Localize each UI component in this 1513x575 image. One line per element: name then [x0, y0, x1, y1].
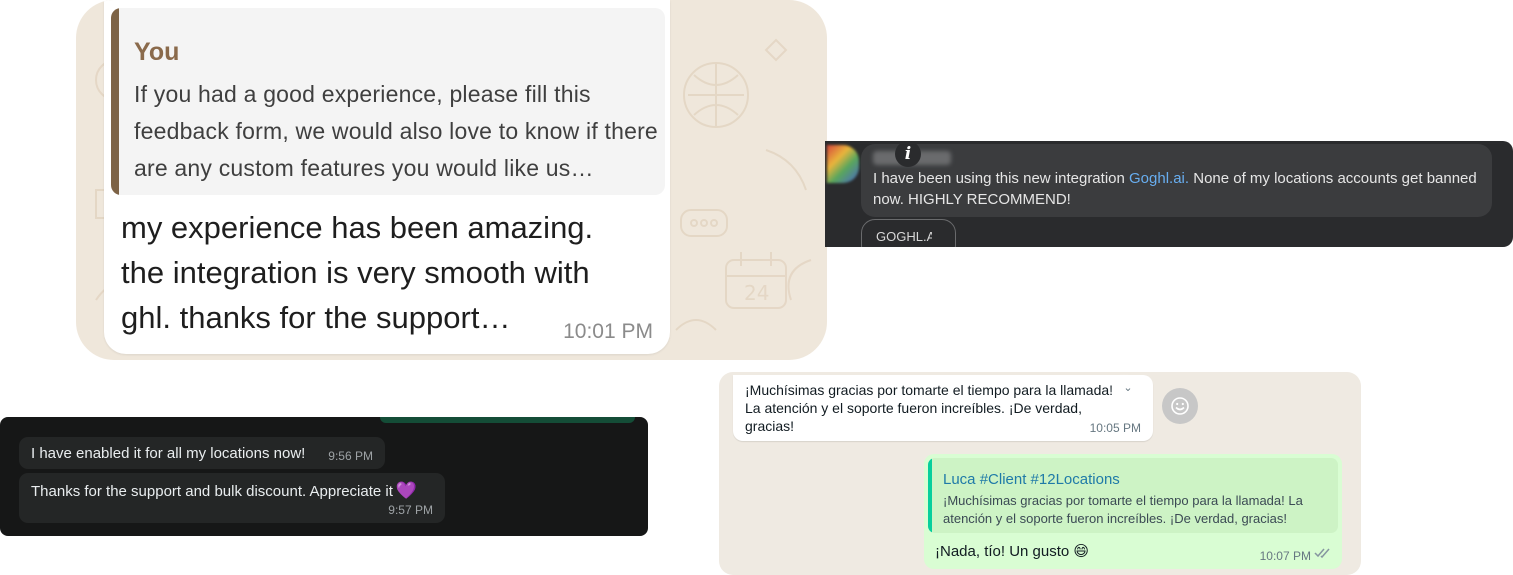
- message-text: ¡Muchísimas gracias por tomarte el tiemp…: [745, 381, 1127, 435]
- comment-text-before: I have been using this new integration: [873, 170, 1130, 187]
- quote-text: ¡Muchísimas gracias por tomarte el tiemp…: [943, 493, 1303, 526]
- message-text-body: ¡Nada, tío! Un gusto: [935, 543, 1070, 560]
- light-chat-panel: ¡Muchísimas gracias por tomarte el tiemp…: [719, 372, 1361, 575]
- comment-card: I have been using this new integration G…: [861, 144, 1492, 217]
- purple-heart-emoji: 💜: [395, 481, 418, 500]
- message-line-1: ¡Muchísimas gracias por tomarte el tiemp…: [745, 382, 1114, 398]
- emoji-reaction-button[interactable]: [1162, 388, 1198, 424]
- link-chip[interactable]: GOGHL.AI: [861, 219, 956, 247]
- quote-accent-bar: [928, 458, 932, 533]
- whatsapp-feedback-reply-panel: 24 You If you had a good experience, ple…: [76, 0, 827, 360]
- dark-comment-panel: I have been using this new integration G…: [825, 141, 1513, 247]
- link-chip-label: GOGHL.AI: [876, 229, 932, 244]
- message-timestamp: 10:01 PM: [563, 320, 653, 343]
- chevron-down-icon[interactable]: ⌄: [1118, 378, 1138, 398]
- incoming-message-bubble[interactable]: Thanks for the support and bulk discount…: [19, 473, 445, 523]
- comment-text: I have been using this new integration G…: [873, 168, 1483, 210]
- quoted-message[interactable]: You If you had a good experience, please…: [111, 8, 665, 195]
- message-text: ¡Nada, tío! Un gusto 😄: [935, 542, 1089, 560]
- message-timestamp: 10:07 PM: [1259, 549, 1311, 563]
- message-timestamp: 10:05 PM: [1089, 421, 1141, 435]
- svg-text:24: 24: [744, 281, 769, 305]
- message-line-2: La atención y el soporte fueron increíbl…: [745, 400, 1082, 434]
- comment-link[interactable]: Goghl.ai.: [1129, 170, 1189, 187]
- quote-author: You: [134, 38, 180, 66]
- outgoing-bubble-edge: [380, 417, 635, 423]
- incoming-message-bubble[interactable]: ¡Muchísimas gracias por tomarte el tiemp…: [733, 375, 1153, 441]
- message-timestamp: 9:57 PM: [388, 503, 433, 517]
- dark-chat-panel: I have enabled it for all my locations n…: [0, 417, 648, 536]
- outgoing-message-bubble: You If you had a good experience, please…: [104, 0, 670, 354]
- message-timestamp: 9:56 PM: [328, 449, 373, 463]
- message-text: I have enabled it for all my locations n…: [31, 445, 306, 462]
- message-text: Thanks for the support and bulk discount…: [31, 481, 417, 501]
- quote-author: Luca #Client #12Locations: [943, 471, 1120, 488]
- read-receipt-double-check-icon: [1314, 548, 1330, 559]
- quote-accent-bar: [111, 8, 119, 195]
- message-text-body: Thanks for the support and bulk discount…: [31, 483, 393, 500]
- grinning-emoji: 😄: [1073, 543, 1090, 560]
- quoted-message[interactable]: Luca #Client #12Locations ¡Muchísimas gr…: [928, 458, 1338, 533]
- outgoing-message-bubble[interactable]: Luca #Client #12Locations ¡Muchísimas gr…: [924, 454, 1342, 569]
- incoming-message-bubble[interactable]: I have enabled it for all my locations n…: [19, 437, 385, 469]
- info-icon[interactable]: i: [895, 141, 921, 167]
- smiley-icon: [1171, 397, 1189, 415]
- avatar[interactable]: [827, 145, 859, 183]
- quote-text: If you had a good experience, please fil…: [134, 81, 658, 181]
